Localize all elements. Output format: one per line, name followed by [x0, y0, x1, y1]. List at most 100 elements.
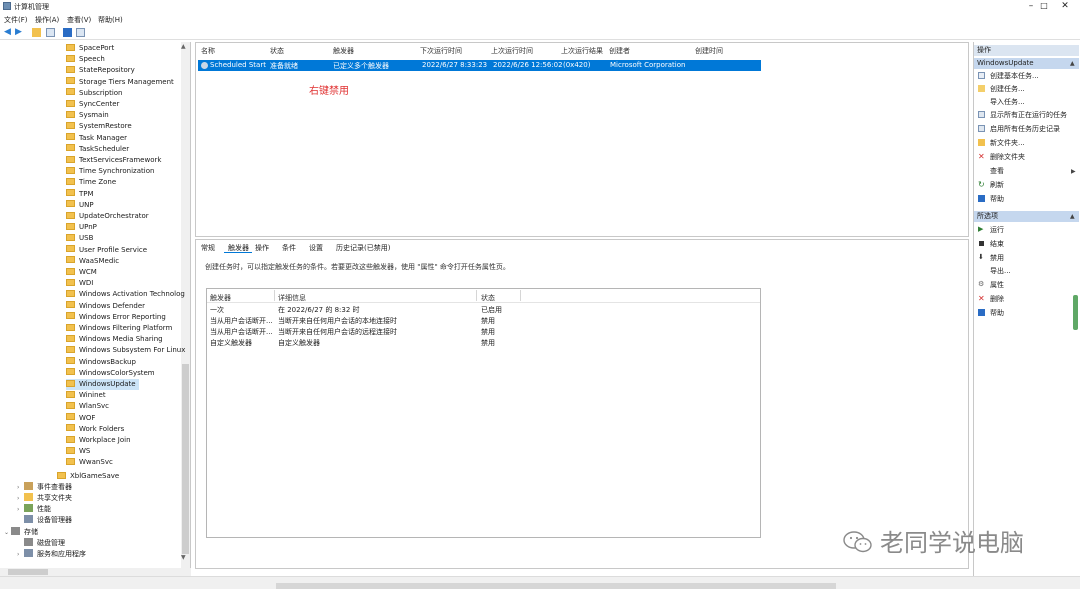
- tree-item[interactable]: Speech: [66, 54, 105, 65]
- collapse-arrow-icon[interactable]: ▲: [1070, 60, 1075, 67]
- tree-item[interactable]: USB: [66, 233, 93, 244]
- action-import-task[interactable]: 导入任务...: [978, 97, 1025, 108]
- tree-item[interactable]: WindowsUpdate: [66, 379, 139, 390]
- action-show-running[interactable]: 显示所有正在运行的任务: [978, 110, 1067, 121]
- back-arrow-icon[interactable]: ◀: [4, 28, 13, 37]
- tree-item[interactable]: Work Folders: [66, 424, 124, 435]
- tree-node[interactable]: › 事件查看器: [17, 482, 72, 493]
- menu-action[interactable]: 操作(A): [35, 15, 59, 25]
- actions-scroll-thumb[interactable]: [1073, 295, 1078, 330]
- menu-file[interactable]: 文件(F): [4, 15, 28, 25]
- tree-item[interactable]: WindowsColorSystem: [66, 368, 155, 379]
- help-icon[interactable]: [63, 28, 72, 37]
- tree-hscroll-thumb[interactable]: [8, 569, 48, 575]
- tree-item[interactable]: Windows Error Reporting: [66, 312, 166, 323]
- tree-item[interactable]: User Profile Service: [66, 245, 147, 256]
- collapse-arrow-icon[interactable]: ▲: [1070, 213, 1075, 220]
- folder-up-icon[interactable]: [32, 28, 41, 37]
- tree-item[interactable]: Windows Filtering Platform: [66, 323, 172, 334]
- tab-actions[interactable]: 操作: [255, 243, 269, 253]
- menu-help[interactable]: 帮助(H): [98, 15, 123, 25]
- horizontal-scroll-thumb[interactable]: [276, 583, 836, 589]
- tree-item[interactable]: WDI: [66, 278, 93, 289]
- tree-item[interactable]: Windows Subsystem For Linux: [66, 345, 185, 356]
- tree-node[interactable]: › 性能: [17, 504, 51, 515]
- action-run[interactable]: ▶ 运行: [978, 225, 1004, 236]
- action-delete[interactable]: ✕ 删除: [978, 294, 1004, 305]
- menu-view[interactable]: 查看(V): [67, 15, 91, 25]
- tree-item[interactable]: WaaSMedic: [66, 256, 119, 267]
- tree-item[interactable]: UPnP: [66, 222, 97, 233]
- tree-item[interactable]: Sysmain: [66, 110, 109, 121]
- action-help[interactable]: 帮助: [978, 194, 1004, 205]
- action-pane-icon[interactable]: [76, 28, 85, 37]
- tree-item[interactable]: Storage Tiers Management: [66, 77, 174, 88]
- expand-arrow-icon[interactable]: ›: [17, 482, 24, 493]
- tree-item[interactable]: Windows Media Sharing: [66, 334, 163, 345]
- tree-scroll-up-icon[interactable]: ▲: [181, 43, 186, 50]
- tree-item[interactable]: Time Synchronization: [66, 166, 154, 177]
- tree-node[interactable]: › 共享文件夹: [17, 493, 72, 504]
- col-name[interactable]: 名称: [201, 46, 215, 56]
- tree-item[interactable]: Windows Defender: [66, 301, 145, 312]
- tree-item[interactable]: WwanSvc: [66, 457, 113, 468]
- forward-arrow-icon[interactable]: ▶: [15, 28, 24, 37]
- tree-item[interactable]: Windows Activation Technolog: [66, 289, 185, 300]
- action-new-folder[interactable]: 新文件夹...: [978, 138, 1025, 149]
- tab-general[interactable]: 常规: [201, 243, 215, 253]
- action-enable-history[interactable]: 启用所有任务历史记录: [978, 124, 1060, 135]
- expand-arrow-icon[interactable]: ›: [17, 504, 24, 515]
- tree-item[interactable]: SystemRestore: [66, 121, 132, 132]
- tree-item[interactable]: Time Zone: [66, 177, 116, 188]
- tree-item[interactable]: StateRepository: [66, 65, 135, 76]
- action-end[interactable]: 结束: [978, 239, 1004, 250]
- tree-node[interactable]: ⌄ 存储: [4, 527, 38, 538]
- tree-item[interactable]: UNP: [66, 200, 94, 211]
- show-hide-tree-icon[interactable]: [46, 28, 55, 37]
- tree-item[interactable]: Wininet: [66, 390, 106, 401]
- col-trigger[interactable]: 触发器: [333, 46, 354, 56]
- expand-arrow-icon[interactable]: ›: [17, 549, 24, 560]
- action-delete-folder[interactable]: ✕ 删除文件夹: [978, 152, 1025, 163]
- action-export[interactable]: 导出...: [978, 266, 1011, 277]
- col-last-run[interactable]: 上次运行时间: [491, 46, 533, 56]
- tree-item[interactable]: WindowsBackup: [66, 357, 136, 368]
- tree-node[interactable]: › 服务和应用程序: [17, 549, 86, 560]
- tree-item[interactable]: XblGameSave: [57, 471, 119, 482]
- tree-node[interactable]: 设备管理器: [24, 515, 72, 526]
- tree-item[interactable]: WCM: [66, 267, 97, 278]
- tree-item[interactable]: WOF: [66, 413, 95, 424]
- tree-node[interactable]: 磁盘管理: [24, 538, 65, 549]
- actions-section-windowsupdate[interactable]: WindowsUpdate: [974, 58, 1079, 69]
- tree-item[interactable]: Workplace Join: [66, 435, 131, 446]
- tree-item[interactable]: TextServicesFramework: [66, 155, 161, 166]
- task-row-selected[interactable]: Scheduled Start 准备就绪 已定义多个触发器 2022/6/27 …: [198, 60, 761, 71]
- col-last-result[interactable]: 上次运行结果: [561, 46, 603, 56]
- close-button[interactable]: ✕: [1050, 0, 1080, 13]
- action-help-selected[interactable]: 帮助: [978, 308, 1004, 319]
- tree-item[interactable]: WlanSvc: [66, 401, 109, 412]
- action-create-task[interactable]: 创建任务...: [978, 84, 1025, 95]
- tree-item[interactable]: SpacePort: [66, 43, 114, 54]
- col-created[interactable]: 创建时间: [695, 46, 723, 56]
- tab-conditions[interactable]: 条件: [282, 243, 296, 253]
- action-refresh[interactable]: ↻ 刷新: [978, 180, 1004, 191]
- actions-section-selected[interactable]: 所选项: [974, 211, 1079, 222]
- action-disable[interactable]: ⬇ 禁用: [978, 253, 1004, 264]
- tree-scroll-thumb[interactable]: [182, 364, 189, 554]
- tab-history[interactable]: 历史记录(已禁用): [336, 243, 390, 253]
- action-properties[interactable]: ⚙ 属性: [978, 280, 1004, 291]
- tab-settings[interactable]: 设置: [309, 243, 323, 253]
- tree-item[interactable]: Subscription: [66, 88, 123, 99]
- expand-arrow-icon[interactable]: ›: [17, 493, 24, 504]
- expand-arrow-icon[interactable]: ⌄: [4, 527, 11, 538]
- tree-item[interactable]: TPM: [66, 189, 94, 200]
- tree-item[interactable]: Task Manager: [66, 133, 127, 144]
- action-create-basic-task[interactable]: 创建基本任务...: [978, 71, 1039, 82]
- col-author[interactable]: 创建者: [609, 46, 630, 56]
- tree-item[interactable]: SyncCenter: [66, 99, 119, 110]
- tree-item[interactable]: WS: [66, 446, 90, 457]
- col-next-run[interactable]: 下次运行时间: [420, 46, 462, 56]
- tree-item[interactable]: TaskScheduler: [66, 144, 129, 155]
- action-view[interactable]: 查看: [978, 166, 1004, 177]
